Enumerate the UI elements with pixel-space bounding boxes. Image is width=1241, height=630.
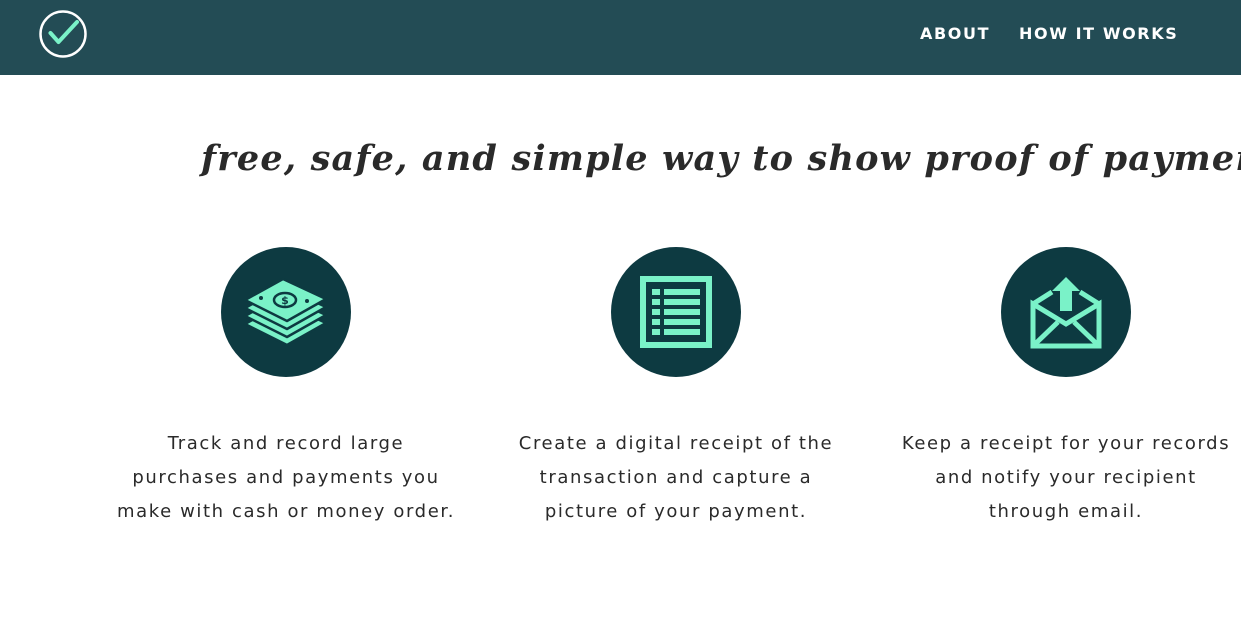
nav-link-about[interactable]: ABOUT: [920, 24, 990, 44]
feature-line: Track and record large: [167, 433, 405, 454]
feature-line: through email.: [988, 501, 1144, 522]
feature-line: purchases and payments you: [132, 467, 440, 488]
feature-description: Create a digital receipt of the transact…: [486, 427, 866, 529]
feature-icon-circle: [611, 247, 741, 377]
feature-track: $ Track and record large purchases and p…: [96, 247, 476, 529]
nav-link-how-it-works[interactable]: HOW IT WORKS: [1019, 24, 1178, 44]
logo-home-link[interactable]: [38, 9, 88, 59]
money-stack-icon: $: [243, 277, 328, 347]
feature-receipt: Create a digital receipt of the transact…: [486, 247, 866, 529]
feature-notify: Keep a receipt for your records and noti…: [876, 247, 1241, 529]
envelope-upload-icon: [1030, 277, 1102, 349]
feature-icon-circle: $: [221, 247, 351, 377]
svg-text:$: $: [281, 294, 289, 307]
receipt-list-icon: [640, 276, 712, 348]
feature-icon-circle: [1001, 247, 1131, 377]
feature-description: Keep a receipt for your records and noti…: [876, 427, 1241, 529]
feature-line: Create a digital receipt of the: [518, 433, 834, 454]
feature-description: Track and record large purchases and pay…: [96, 427, 476, 529]
feature-line: Keep a receipt for your records: [901, 433, 1231, 454]
hero-tagline: free, safe, and simple way to show proof…: [201, 138, 1241, 180]
check-circle-icon: [39, 10, 87, 58]
feature-line: transaction and capture a: [539, 467, 813, 488]
feature-line: picture of your payment.: [544, 501, 808, 522]
feature-line: and notify your recipient: [935, 467, 1197, 488]
feature-line: make with cash or money order.: [116, 501, 456, 522]
top-navbar: ABOUT HOW IT WORKS: [0, 0, 1241, 75]
